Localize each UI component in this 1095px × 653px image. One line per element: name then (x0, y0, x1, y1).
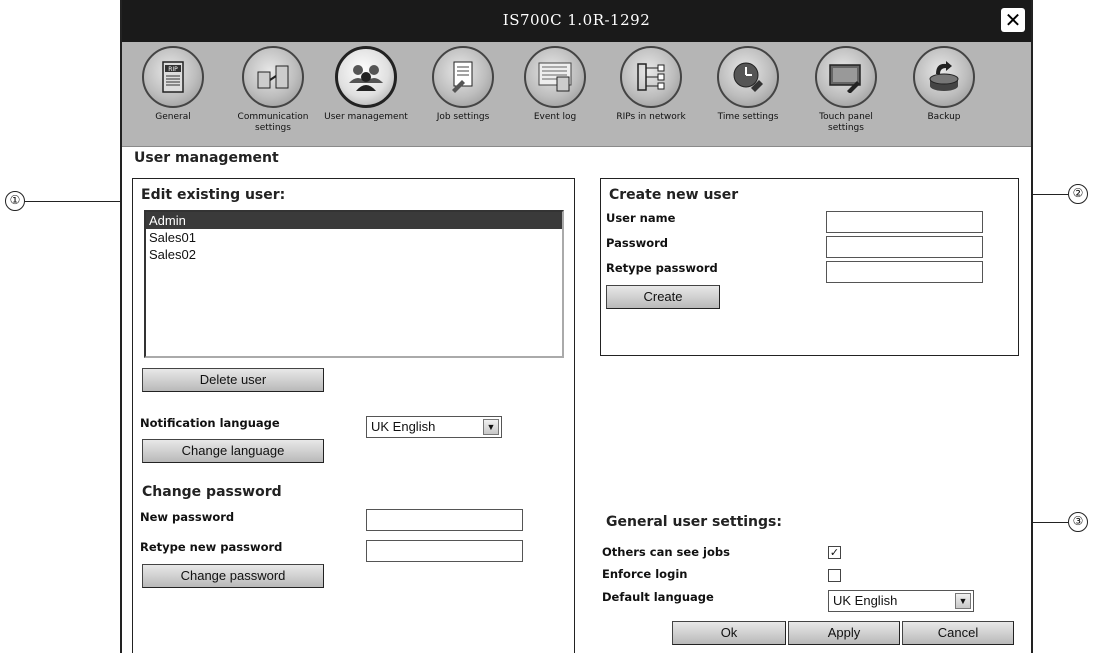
apply-button[interactable]: Apply (788, 621, 900, 645)
retype-password-label: Retype password (606, 261, 718, 275)
toolbar-label: Touch panel settings (819, 112, 873, 133)
change-password-heading: Change password (142, 484, 282, 500)
toolbar-label: Job settings (436, 112, 490, 122)
toolbar-label: Backup (927, 112, 961, 122)
toolbar-label: User management (324, 112, 408, 122)
toolbar-item-event-log[interactable]: Event log (511, 46, 599, 123)
toolbar-item-rips-in-network[interactable]: RIPs in network (607, 46, 695, 123)
ok-button[interactable]: Ok (672, 621, 786, 645)
default-language-label: Default language (602, 590, 714, 604)
main-toolbar: RIP General Communication settings User … (122, 42, 1031, 147)
rip-server-icon: RIP (142, 46, 204, 108)
toolbar-item-general[interactable]: RIP General (129, 46, 217, 123)
close-icon[interactable]: ✕ (1001, 8, 1025, 32)
user-name-label: User name (606, 211, 676, 225)
callout-3: ③ (1068, 512, 1088, 532)
password-input[interactable] (826, 236, 983, 258)
others-can-see-jobs-label: Others can see jobs (602, 545, 730, 559)
default-language-value: UK English (833, 593, 898, 608)
event-log-icon (524, 46, 586, 108)
toolbar-item-backup[interactable]: Backup (900, 46, 988, 123)
toolbar-label: Time settings (717, 112, 779, 122)
toolbar-label: General (155, 112, 191, 122)
users-icon (335, 46, 397, 108)
page-title: User management (134, 150, 279, 166)
job-settings-icon (432, 46, 494, 108)
network-icon (620, 46, 682, 108)
notification-language-select[interactable]: UK English ▼ (366, 416, 502, 438)
toolbar-label: Communication settings (237, 112, 309, 133)
user-name-input[interactable] (826, 211, 983, 233)
communication-icon (242, 46, 304, 108)
default-language-select[interactable]: UK English ▼ (828, 590, 974, 612)
toolbar-label: RIPs in network (616, 112, 686, 122)
retype-new-password-label: Retype new password (140, 540, 283, 554)
clock-icon (717, 46, 779, 108)
callout-2: ② (1068, 184, 1088, 204)
notification-language-value: UK English (371, 419, 436, 434)
create-user-heading: Create new user (609, 187, 745, 203)
window-title: IS700C 1.0R-1292 (502, 11, 651, 29)
retype-new-password-input[interactable] (366, 540, 523, 562)
edit-user-heading: Edit existing user: (141, 187, 286, 203)
touch-panel-icon (815, 46, 877, 108)
general-settings-heading: General user settings: (606, 514, 788, 530)
toolbar-item-job-settings[interactable]: Job settings (419, 46, 507, 123)
password-label: Password (606, 236, 668, 250)
svg-text:RIP: RIP (168, 66, 178, 73)
toolbar-item-touch-panel-settings[interactable]: Touch panel settings (802, 46, 890, 134)
notification-language-label: Notification language (140, 416, 280, 430)
list-item[interactable]: Sales02 (146, 246, 562, 263)
others-can-see-jobs-checkbox[interactable]: ✓ (828, 546, 841, 559)
toolbar-item-user-management[interactable]: User management (322, 46, 410, 123)
user-listbox[interactable]: Admin Sales01 Sales02 (144, 210, 564, 358)
toolbar-item-time-settings[interactable]: Time settings (704, 46, 792, 123)
chevron-down-icon: ▼ (483, 419, 499, 435)
backup-icon (913, 46, 975, 108)
callout-1: ① (5, 191, 25, 211)
change-password-button[interactable]: Change password (142, 564, 324, 588)
enforce-login-label: Enforce login (602, 567, 688, 581)
new-password-input[interactable] (366, 509, 523, 531)
new-password-label: New password (140, 510, 235, 524)
delete-user-button[interactable]: Delete user (142, 368, 324, 392)
chevron-down-icon: ▼ (955, 593, 971, 609)
enforce-login-checkbox[interactable] (828, 569, 841, 582)
title-bar: IS700C 1.0R-1292 ✕ (122, 0, 1031, 42)
toolbar-item-communication-settings[interactable]: Communication settings (229, 46, 317, 134)
change-language-button[interactable]: Change language (142, 439, 324, 463)
toolbar-label: Event log (533, 112, 577, 122)
retype-password-input[interactable] (826, 261, 983, 283)
list-item[interactable]: Sales01 (146, 229, 562, 246)
list-item[interactable]: Admin (146, 212, 562, 229)
create-button[interactable]: Create (606, 285, 720, 309)
settings-window: IS700C 1.0R-1292 ✕ RIP General Communica… (120, 0, 1033, 653)
cancel-button[interactable]: Cancel (902, 621, 1014, 645)
checkmark-icon: ✓ (829, 546, 840, 559)
